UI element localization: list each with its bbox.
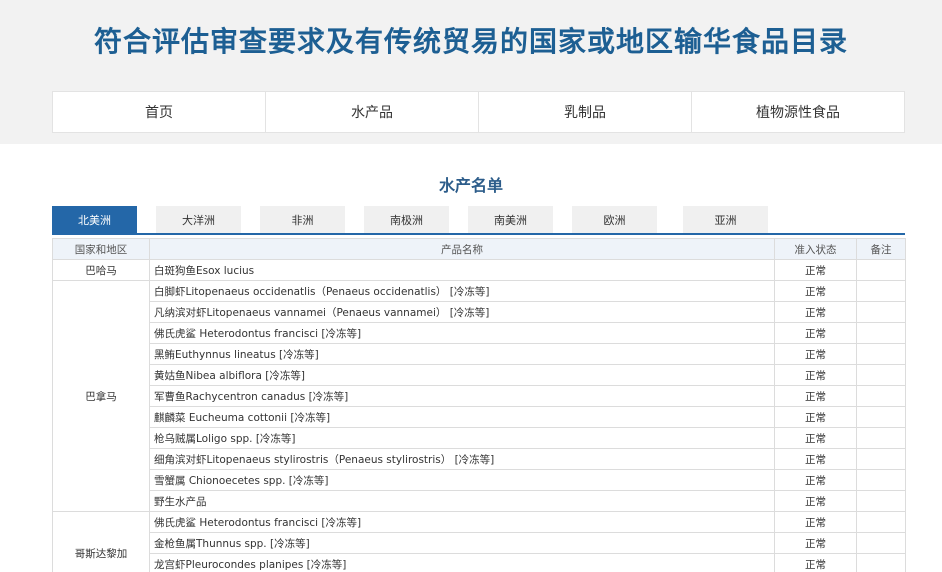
nav-item-dairy[interactable]: 乳制品: [479, 92, 692, 132]
status-cell: 正常: [774, 427, 857, 449]
nav-item-aquatic[interactable]: 水产品: [266, 92, 479, 132]
note-cell: [856, 553, 906, 572]
note-cell: [856, 364, 906, 386]
product-cell: 黑鲔Euthynnus lineatus [冷冻等]: [149, 343, 775, 365]
note-cell: [856, 259, 906, 281]
note-cell: [856, 280, 906, 302]
status-cell: 正常: [774, 301, 857, 323]
table-row: 野生水产品 正常: [53, 490, 906, 512]
status-cell: 正常: [774, 448, 857, 470]
tab-asia[interactable]: 亚洲: [683, 206, 768, 233]
product-table: 国家和地区 产品名称 准入状态 备注 巴哈马 白斑狗鱼Esox lucius 正常巴…: [52, 238, 906, 572]
note-cell: [856, 490, 906, 512]
product-cell: 龙宫虾Pleurocondes planipes [冷冻等]: [149, 553, 775, 572]
table-row: 黄姑鱼Nibea albiflora [冷冻等] 正常: [53, 364, 906, 386]
tab-north-america[interactable]: 北美洲: [52, 206, 137, 233]
product-cell: 细角滨对虾Litopenaeus stylirostris（Penaeus st…: [149, 448, 775, 470]
tab-europe[interactable]: 欧洲: [572, 206, 657, 233]
note-cell: [856, 532, 906, 554]
tab-africa[interactable]: 非洲: [260, 206, 345, 233]
tab-oceania[interactable]: 大洋洲: [156, 206, 241, 233]
product-cell: 佛氏虎鲨 Heterodontus francisci [冷冻等]: [149, 511, 775, 533]
status-cell: 正常: [774, 322, 857, 344]
table-row: 哥斯达黎加 佛氏虎鲨 Heterodontus francisci [冷冻等] 正常: [52, 511, 906, 572]
note-cell: [856, 322, 906, 344]
column-header-country: 国家和地区: [52, 238, 150, 260]
country-cell: 哥斯达黎加: [52, 511, 150, 572]
product-cell: 白脚虾Litopenaeus occidenatlis（Penaeus occi…: [149, 280, 775, 302]
product-cell: 野生水产品: [149, 490, 775, 512]
table-row: 金枪鱼属Thunnus spp. [冷冻等] 正常: [53, 532, 906, 554]
product-cell: 枪乌贼属Loligo spp. [冷冻等]: [149, 427, 775, 449]
status-cell: 正常: [774, 343, 857, 365]
country-cell: 巴哈马: [52, 259, 150, 281]
note-cell: [856, 301, 906, 323]
note-cell: [856, 511, 906, 533]
note-cell: [856, 343, 906, 365]
note-cell: [856, 385, 906, 407]
table-header-row: 国家和地区 产品名称 准入状态 备注: [52, 238, 906, 260]
status-cell: 正常: [774, 469, 857, 491]
nav-item-plant-food[interactable]: 植物源性食品: [692, 92, 904, 132]
table-row: 麒麟菜 Eucheuma cottonii [冷冻等] 正常: [53, 406, 906, 428]
table-row: 细角滨对虾Litopenaeus stylirostris（Penaeus st…: [53, 448, 906, 470]
product-cell: 雪蟹属 Chionoecetes spp. [冷冻等]: [149, 469, 775, 491]
table-row: 枪乌贼属Loligo spp. [冷冻等] 正常: [53, 427, 906, 449]
continent-tabs: 北美洲 大洋洲 非洲 南极洲 南美洲 欧洲 亚洲: [52, 206, 905, 235]
note-cell: [856, 406, 906, 428]
note-cell: [856, 427, 906, 449]
status-cell: 正常: [774, 511, 857, 533]
status-cell: 正常: [774, 259, 857, 281]
product-cell: 麒麟菜 Eucheuma cottonii [冷冻等]: [149, 406, 775, 428]
table-body: 巴哈马 白斑狗鱼Esox lucius 正常 巴拿马 白脚虾Litopenaeus oc…: [52, 259, 906, 572]
status-cell: 正常: [774, 280, 857, 302]
table-row: 巴哈马 白斑狗鱼Esox lucius 正常: [52, 259, 906, 281]
column-header-product: 产品名称: [149, 238, 775, 260]
tab-antarctica[interactable]: 南极洲: [364, 206, 449, 233]
product-cell: 金枪鱼属Thunnus spp. [冷冻等]: [149, 532, 775, 554]
country-cell: 巴拿马: [52, 280, 150, 512]
main-nav: 首页 水产品 乳制品 植物源性食品: [52, 91, 905, 133]
status-cell: 正常: [774, 553, 857, 572]
product-cell: 凡纳滨对虾Litopenaeus vannamei（Penaeus vannam…: [149, 301, 775, 323]
status-cell: 正常: [774, 490, 857, 512]
status-cell: 正常: [774, 364, 857, 386]
status-cell: 正常: [774, 406, 857, 428]
status-cell: 正常: [774, 532, 857, 554]
table-row: 黑鲔Euthynnus lineatus [冷冻等] 正常: [53, 343, 906, 365]
table-row: 龙宫虾Pleurocondes planipes [冷冻等] 正常: [53, 553, 906, 572]
section-title: 水产名单: [438, 176, 503, 195]
column-header-note: 备注: [856, 238, 906, 260]
product-cell: 黄姑鱼Nibea albiflora [冷冻等]: [149, 364, 775, 386]
product-cell: 白斑狗鱼Esox lucius: [149, 259, 775, 281]
table-row: 佛氏虎鲨 Heterodontus francisci [冷冻等] 正常: [53, 322, 906, 344]
status-cell: 正常: [774, 385, 857, 407]
note-cell: [856, 448, 906, 470]
tab-south-america[interactable]: 南美洲: [468, 206, 553, 233]
note-cell: [856, 469, 906, 491]
table-row: 雪蟹属 Chionoecetes spp. [冷冻等] 正常: [53, 469, 906, 491]
product-cell: 军曹鱼Rachycentron canadus [冷冻等]: [149, 385, 775, 407]
column-header-status: 准入状态: [774, 238, 857, 260]
table-row: 军曹鱼Rachycentron canadus [冷冻等] 正常: [53, 385, 906, 407]
nav-item-home[interactable]: 首页: [53, 92, 266, 132]
page-title: 符合评估审查要求及有传统贸易的国家或地区输华食品目录: [93, 25, 848, 58]
product-cell: 佛氏虎鲨 Heterodontus francisci [冷冻等]: [149, 322, 775, 344]
tab-underline: [52, 233, 905, 235]
table-row: 巴拿马 白脚虾Litopenaeus occidenatlis（Penaeus o…: [52, 280, 906, 512]
table-row: 凡纳滨对虾Litopenaeus vannamei（Penaeus vannam…: [53, 301, 906, 323]
